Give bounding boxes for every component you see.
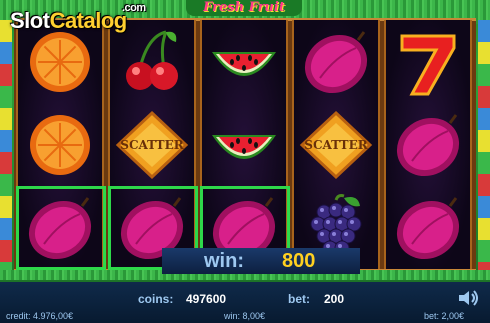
svg-text:SCATTER: SCATTER (304, 138, 368, 152)
left-border-lights (0, 20, 12, 270)
coins-label: coins: (138, 292, 174, 306)
plum-symbol (384, 103, 472, 186)
win-banner: win: 800 (162, 248, 360, 274)
orange-symbol (16, 103, 104, 186)
bet-label: bet: (288, 292, 310, 306)
bet-money: bet: 2,00€ (424, 311, 465, 321)
game-title: Fresh Fruit (186, 0, 302, 16)
win-money: win: 8,00€ (224, 311, 266, 321)
win-amount: 800 (282, 249, 316, 272)
bottom-bar: coins: 497600 bet: 200 credit: 4.976,00€… (0, 282, 490, 323)
watermelon-symbol (200, 103, 288, 186)
right-border-lights (478, 20, 490, 270)
winning-cell-highlight (16, 186, 106, 270)
scatter-symbol: SCATTER (108, 103, 196, 186)
speaker-icon[interactable] (458, 290, 480, 306)
seven-symbol (384, 20, 472, 103)
plum-symbol (384, 186, 472, 269)
win-label: win: (204, 249, 244, 272)
scatter-symbol: SCATTER (292, 103, 380, 186)
watermelon-symbol (200, 20, 288, 103)
plum-symbol (292, 20, 380, 103)
coins-value: 497600 (186, 292, 227, 306)
slot-game-screen: SCATTER SCATTER Fresh Fruit SlotCatalog .… (0, 0, 490, 323)
slotcatalog-logo: SlotCatalog .com (10, 2, 146, 33)
bet-value[interactable]: 200 (324, 292, 344, 306)
credit-money: credit: 4.976,00€ (6, 311, 74, 321)
svg-text:SCATTER: SCATTER (120, 138, 184, 152)
